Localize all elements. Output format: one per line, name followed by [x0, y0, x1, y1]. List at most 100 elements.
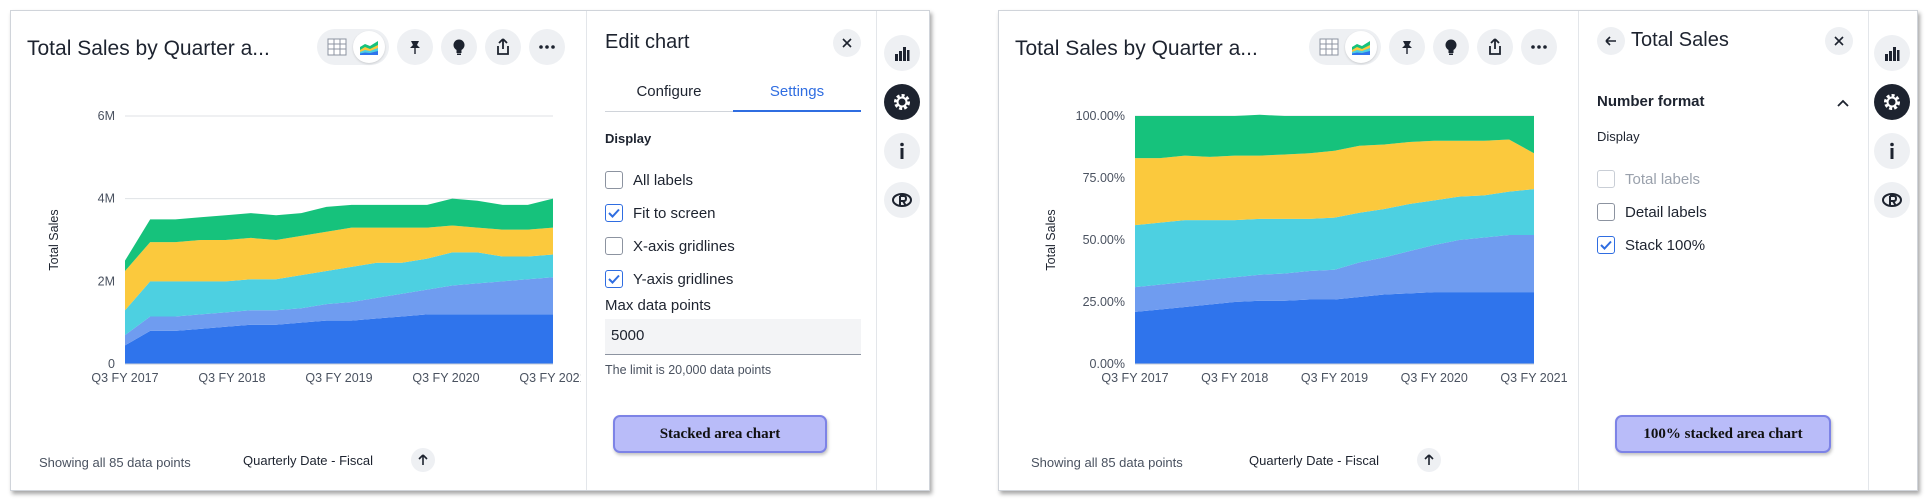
option-y-axis-gridlines[interactable]: Y-axis gridlines [605, 270, 733, 288]
share-button[interactable] [1477, 29, 1513, 65]
x-axis-selector-label[interactable]: Quarterly Date - Fiscal [1249, 453, 1379, 468]
pin-button[interactable] [397, 29, 433, 65]
settings-icon [894, 94, 910, 110]
option-stack-100-[interactable]: Stack 100% [1597, 236, 1705, 254]
y-axis-label: Total Sales [1044, 209, 1058, 270]
display-section-label: Display [605, 131, 652, 146]
chart-area: Total Sales by Quarter a... [999, 11, 1579, 490]
table-icon [1319, 38, 1339, 56]
checkbox[interactable] [605, 237, 623, 255]
x-axis-selector-label[interactable]: Quarterly Date - Fiscal [243, 453, 373, 468]
right-panel: Total Sales by Quarter a... 0.00% 25.00%… [998, 10, 1918, 491]
max-data-points-hint: The limit is 20,000 data points [605, 363, 772, 377]
chart-type-button[interactable] [884, 35, 920, 71]
table-view-button[interactable] [321, 31, 353, 63]
tab-settings[interactable]: Settings [733, 83, 861, 100]
settings-button[interactable] [884, 84, 920, 120]
panel-title: Total Sales [1631, 29, 1729, 51]
checkbox[interactable] [605, 204, 623, 222]
check-icon [608, 208, 620, 218]
info-icon [900, 142, 904, 159]
option-label: Fit to screen [633, 204, 716, 222]
checkbox[interactable] [605, 171, 623, 189]
number-format-panel: Total Sales Number format Display Total … [1579, 11, 1869, 490]
option-label: Stack 100% [1625, 236, 1706, 254]
r-logo-icon [892, 193, 912, 207]
more-button[interactable] [529, 29, 565, 65]
checkbox[interactable] [1597, 203, 1615, 221]
data-points-info: Showing all 85 data points [1031, 455, 1183, 470]
arrow-up-icon [418, 454, 428, 465]
display-section-label: Display [1597, 129, 1640, 144]
view-toggle [317, 29, 389, 65]
y-tick-label: 2M [98, 274, 115, 288]
r-script-button[interactable] [884, 182, 920, 218]
r-logo-icon [1882, 193, 1902, 207]
r-script-button[interactable] [1874, 182, 1910, 218]
pin-button[interactable] [1389, 29, 1425, 65]
sort-button[interactable] [411, 448, 435, 472]
chevron-up-icon [1837, 99, 1849, 107]
table-icon [327, 38, 347, 56]
back-button[interactable] [1597, 27, 1625, 55]
settings-button[interactable] [1874, 84, 1910, 120]
side-rail [875, 11, 929, 490]
max-data-points-input[interactable]: 5000 [605, 319, 861, 355]
option-detail-labels[interactable]: Detail labels [1597, 203, 1707, 221]
chart-toolbar [1309, 29, 1557, 65]
option-label: X-axis gridlines [633, 237, 735, 255]
option-all-labels[interactable]: All labels [605, 171, 693, 189]
x-tick-label: Q3 FY 2021 [1500, 371, 1567, 385]
option-total-labels[interactable]: Total labels [1597, 170, 1700, 188]
view-toggle [1309, 29, 1381, 65]
chart-area: Total Sales by Quarter a... [11, 11, 587, 490]
pin-icon [1402, 41, 1412, 54]
option-label: Total labels [1625, 170, 1701, 188]
y-tick-label: 4M [98, 192, 115, 206]
stacked-area-chart: 0 2M 4M 6M Q3 FY 2017 Q3 FY 2018 Q3 FY 2019 Q3 … [47, 109, 581, 385]
x-tick-label: Q3 FY 2020 [412, 371, 479, 385]
y-tick-label: 6M [98, 109, 115, 123]
info-button[interactable] [1874, 133, 1910, 169]
y-tick-label: 100.00% [1076, 109, 1125, 123]
data-points-info: Showing all 85 data points [39, 455, 191, 470]
x-tick-label: Q3 FY 2017 [91, 371, 158, 385]
check-icon [1600, 240, 1612, 250]
tab-active-indicator [733, 110, 861, 112]
arrow-up-icon [1424, 454, 1434, 465]
checkbox[interactable] [605, 270, 623, 288]
area-chart-icon [1352, 41, 1370, 55]
tab-configure[interactable]: Configure [605, 83, 733, 100]
option-x-axis-gridlines[interactable]: X-axis gridlines [605, 237, 735, 255]
pin-icon [410, 41, 420, 54]
info-icon [1890, 142, 1894, 159]
close-button[interactable] [1825, 27, 1853, 55]
chart-title: Total Sales by Quarter a... [27, 37, 270, 60]
checkbox[interactable] [1597, 236, 1615, 254]
insights-button[interactable] [441, 29, 477, 65]
insights-button[interactable] [1433, 29, 1469, 65]
info-button[interactable] [884, 133, 920, 169]
more-icon [1531, 45, 1547, 49]
chart-type-button[interactable] [1874, 35, 1910, 71]
table-view-button[interactable] [1313, 31, 1345, 63]
option-fit-to-screen[interactable]: Fit to screen [605, 204, 716, 222]
percent-stacked-area-chart: 0.00% 25.00% 50.00% 75.00% 100.00% Q3 FY 2017… [1044, 109, 1568, 385]
settings-icon [1884, 94, 1900, 110]
x-tick-label: Q3 FY 2019 [1301, 371, 1368, 385]
check-icon [608, 274, 620, 284]
x-tick-label: Q3 FY 2018 [1201, 371, 1268, 385]
chart-view-button[interactable] [1345, 31, 1377, 63]
close-icon [1834, 36, 1844, 46]
number-format-header[interactable]: Number format [1597, 93, 1853, 113]
share-button[interactable] [485, 29, 521, 65]
left-panel: Total Sales by Quarter a... 0 2M 4M 6M Q… [10, 10, 930, 491]
more-icon [539, 45, 555, 49]
number-format-label: Number format [1597, 93, 1705, 110]
chart-view-button[interactable] [353, 31, 385, 63]
y-tick-label: 0.00% [1090, 357, 1125, 371]
chart-title: Total Sales by Quarter a... [1015, 37, 1258, 60]
more-button[interactable] [1521, 29, 1557, 65]
sort-button[interactable] [1417, 448, 1441, 472]
close-button[interactable] [833, 29, 861, 57]
